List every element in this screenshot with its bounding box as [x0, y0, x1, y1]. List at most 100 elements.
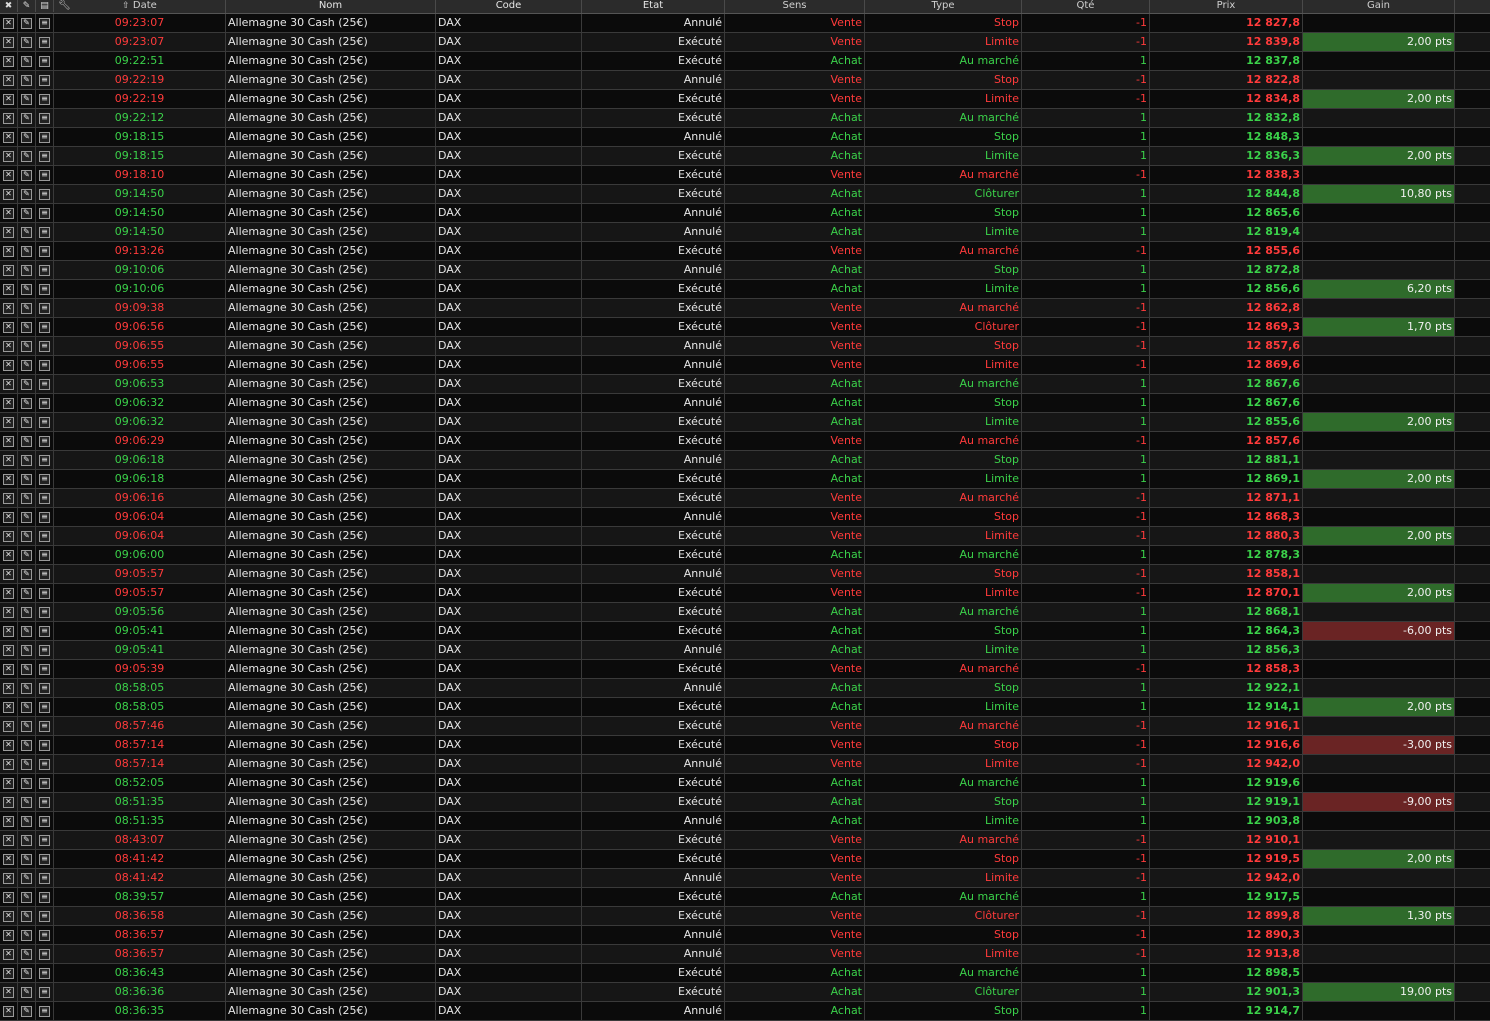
order-details-icon[interactable]: ≡: [36, 736, 54, 754]
order-details-icon[interactable]: ≡: [36, 717, 54, 735]
column-header-date[interactable]: 🔧︎ ⇧ Date: [54, 0, 226, 13]
cancel-order-icon[interactable]: ✕: [0, 603, 18, 621]
cancel-order-icon[interactable]: ✕: [0, 755, 18, 773]
edit-order-icon[interactable]: ✎: [18, 109, 36, 127]
cancel-order-icon[interactable]: ✕: [0, 736, 18, 754]
cancel-order-icon[interactable]: ✕: [0, 622, 18, 640]
edit-order-icon[interactable]: ✎: [18, 603, 36, 621]
table-row[interactable]: ✕ ✎ ≡ 09:09:38 Allemagne 30 Cash (25€) DAX Exé…: [0, 299, 1490, 318]
cancel-order-icon[interactable]: ✕: [0, 14, 18, 32]
order-details-icon[interactable]: ≡: [36, 907, 54, 925]
order-details-icon[interactable]: ≡: [36, 185, 54, 203]
cancel-order-icon[interactable]: ✕: [0, 964, 18, 982]
cancel-order-icon[interactable]: ✕: [0, 907, 18, 925]
edit-order-icon[interactable]: ✎: [18, 717, 36, 735]
table-row[interactable]: ✕ ✎ ≡ 09:18:15 Allemagne 30 Cash (25€) DAX Ann…: [0, 128, 1490, 147]
table-row[interactable]: ✕ ✎ ≡ 08:51:35 Allemagne 30 Cash (25€) DAX Ann…: [0, 812, 1490, 831]
edit-order-icon[interactable]: ✎: [18, 622, 36, 640]
order-details-icon[interactable]: ≡: [36, 679, 54, 697]
close-order-column-icon[interactable]: ✖: [0, 0, 18, 12]
edit-order-icon[interactable]: ✎: [18, 318, 36, 336]
order-details-icon[interactable]: ≡: [36, 356, 54, 374]
edit-order-icon[interactable]: ✎: [18, 413, 36, 431]
order-details-icon[interactable]: ≡: [36, 755, 54, 773]
table-row[interactable]: ✕ ✎ ≡ 09:06:56 Allemagne 30 Cash (25€) DAX Exé…: [0, 318, 1490, 337]
edit-order-icon[interactable]: ✎: [18, 261, 36, 279]
table-row[interactable]: ✕ ✎ ≡ 09:06:16 Allemagne 30 Cash (25€) DAX Exé…: [0, 489, 1490, 508]
column-header-qte[interactable]: Qté: [1022, 0, 1150, 13]
edit-order-icon[interactable]: ✎: [18, 907, 36, 925]
table-row[interactable]: ✕ ✎ ≡ 08:41:42 Allemagne 30 Cash (25€) DAX Ann…: [0, 869, 1490, 888]
cancel-order-icon[interactable]: ✕: [0, 33, 18, 51]
order-details-icon[interactable]: ≡: [36, 527, 54, 545]
cancel-order-icon[interactable]: ✕: [0, 660, 18, 678]
edit-order-icon[interactable]: ✎: [18, 52, 36, 70]
column-header-prix[interactable]: Prix: [1150, 0, 1303, 13]
cancel-order-icon[interactable]: ✕: [0, 1002, 18, 1020]
order-details-icon[interactable]: ≡: [36, 660, 54, 678]
cancel-order-icon[interactable]: ✕: [0, 242, 18, 260]
edit-order-icon[interactable]: ✎: [18, 774, 36, 792]
edit-order-icon[interactable]: ✎: [18, 736, 36, 754]
cancel-order-icon[interactable]: ✕: [0, 147, 18, 165]
table-row[interactable]: ✕ ✎ ≡ 09:05:56 Allemagne 30 Cash (25€) DAX Exé…: [0, 603, 1490, 622]
order-details-icon[interactable]: ≡: [36, 508, 54, 526]
cancel-order-icon[interactable]: ✕: [0, 812, 18, 830]
order-details-icon[interactable]: ≡: [36, 926, 54, 944]
order-details-icon[interactable]: ≡: [36, 641, 54, 659]
edit-order-icon[interactable]: ✎: [18, 337, 36, 355]
cancel-order-icon[interactable]: ✕: [0, 983, 18, 1001]
edit-order-icon[interactable]: ✎: [18, 565, 36, 583]
edit-order-icon[interactable]: ✎: [18, 356, 36, 374]
edit-order-icon[interactable]: ✎: [18, 831, 36, 849]
order-details-icon[interactable]: ≡: [36, 964, 54, 982]
table-row[interactable]: ✕ ✎ ≡ 08:36:36 Allemagne 30 Cash (25€) DAX Exé…: [0, 983, 1490, 1002]
order-details-icon[interactable]: ≡: [36, 223, 54, 241]
cancel-order-icon[interactable]: ✕: [0, 166, 18, 184]
order-details-icon[interactable]: ≡: [36, 147, 54, 165]
cancel-order-icon[interactable]: ✕: [0, 356, 18, 374]
order-details-icon[interactable]: ≡: [36, 565, 54, 583]
order-details-icon[interactable]: ≡: [36, 242, 54, 260]
order-details-icon[interactable]: ≡: [36, 774, 54, 792]
order-details-icon[interactable]: ≡: [36, 831, 54, 849]
edit-order-icon[interactable]: ✎: [18, 280, 36, 298]
column-header-nom[interactable]: Nom: [226, 0, 436, 13]
column-header-sens[interactable]: Sens: [725, 0, 865, 13]
table-row[interactable]: ✕ ✎ ≡ 08:52:05 Allemagne 30 Cash (25€) DAX Exé…: [0, 774, 1490, 793]
table-row[interactable]: ✕ ✎ ≡ 08:51:35 Allemagne 30 Cash (25€) DAX Exé…: [0, 793, 1490, 812]
table-row[interactable]: ✕ ✎ ≡ 09:23:07 Allemagne 30 Cash (25€) DAX Ann…: [0, 14, 1490, 33]
cancel-order-icon[interactable]: ✕: [0, 109, 18, 127]
table-row[interactable]: ✕ ✎ ≡ 09:22:12 Allemagne 30 Cash (25€) DAX Exé…: [0, 109, 1490, 128]
table-row[interactable]: ✕ ✎ ≡ 08:58:05 Allemagne 30 Cash (25€) DAX Ann…: [0, 679, 1490, 698]
edit-order-icon[interactable]: ✎: [18, 147, 36, 165]
cancel-order-icon[interactable]: ✕: [0, 850, 18, 868]
edit-order-column-icon[interactable]: ✎: [18, 0, 36, 12]
edit-order-icon[interactable]: ✎: [18, 660, 36, 678]
table-row[interactable]: ✕ ✎ ≡ 09:18:10 Allemagne 30 Cash (25€) DAX Exé…: [0, 166, 1490, 185]
cancel-order-icon[interactable]: ✕: [0, 641, 18, 659]
cancel-order-icon[interactable]: ✕: [0, 717, 18, 735]
cancel-order-icon[interactable]: ✕: [0, 413, 18, 431]
edit-order-icon[interactable]: ✎: [18, 14, 36, 32]
edit-order-icon[interactable]: ✎: [18, 793, 36, 811]
edit-order-icon[interactable]: ✎: [18, 755, 36, 773]
edit-order-icon[interactable]: ✎: [18, 850, 36, 868]
order-details-icon[interactable]: ≡: [36, 71, 54, 89]
table-row[interactable]: ✕ ✎ ≡ 09:05:41 Allemagne 30 Cash (25€) DAX Exé…: [0, 622, 1490, 641]
cancel-order-icon[interactable]: ✕: [0, 337, 18, 355]
order-details-icon[interactable]: ≡: [36, 204, 54, 222]
edit-order-icon[interactable]: ✎: [18, 223, 36, 241]
table-row[interactable]: ✕ ✎ ≡ 09:13:26 Allemagne 30 Cash (25€) DAX Exé…: [0, 242, 1490, 261]
edit-order-icon[interactable]: ✎: [18, 470, 36, 488]
cancel-order-icon[interactable]: ✕: [0, 71, 18, 89]
table-row[interactable]: ✕ ✎ ≡ 09:14:50 Allemagne 30 Cash (25€) DAX Exé…: [0, 185, 1490, 204]
cancel-order-icon[interactable]: ✕: [0, 432, 18, 450]
edit-order-icon[interactable]: ✎: [18, 945, 36, 963]
table-row[interactable]: ✕ ✎ ≡ 09:05:57 Allemagne 30 Cash (25€) DAX Ann…: [0, 565, 1490, 584]
cancel-order-icon[interactable]: ✕: [0, 52, 18, 70]
order-details-icon[interactable]: ≡: [36, 52, 54, 70]
cancel-order-icon[interactable]: ✕: [0, 394, 18, 412]
order-details-icon[interactable]: ≡: [36, 546, 54, 564]
cancel-order-icon[interactable]: ✕: [0, 261, 18, 279]
